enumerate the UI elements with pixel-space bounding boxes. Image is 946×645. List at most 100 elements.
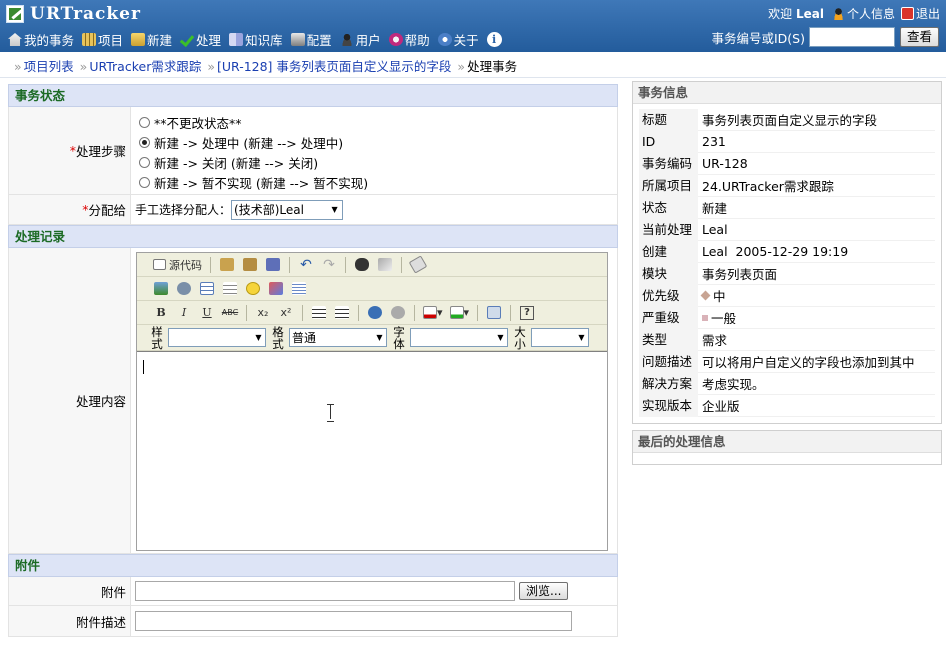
redo-icon[interactable]: ↷ [319, 256, 339, 274]
find-icon[interactable] [352, 256, 372, 274]
paste-text-icon[interactable] [240, 256, 260, 274]
step-option-no-change[interactable]: **不更改状态** [139, 112, 368, 132]
radio-button[interactable] [139, 116, 150, 128]
nav-my-issues[interactable]: 我的事务 [8, 30, 74, 49]
step-option-defer[interactable]: 新建 -> 暂不实现 (新建 --> 暂不实现) [139, 172, 368, 192]
step-option-processing[interactable]: 新建 -> 处理中 (新建 --> 处理中) [139, 132, 368, 152]
assign-label: * 分配给 [8, 195, 131, 224]
step-label: * 处理步骤 [8, 107, 131, 194]
attachment-desc-row: 附件描述 [8, 606, 618, 637]
info-row-status: 状态 新建 [639, 196, 935, 219]
attachment-file-input[interactable] [135, 581, 515, 601]
strikethrough-button[interactable]: ABC [220, 304, 240, 322]
superscript-button[interactable]: x² [276, 304, 296, 322]
source-button[interactable]: 源代码 [151, 256, 204, 274]
format-select[interactable]: 普通 ▼ [289, 328, 387, 347]
profile-link[interactable]: 个人信息 [831, 5, 895, 22]
flash-icon[interactable] [174, 280, 194, 298]
breadcrumb: » 项目列表 » URTracker需求跟踪 » [UR-128] 事务列表页面自定义… [14, 59, 518, 74]
info-icon: i [486, 32, 502, 47]
font-label: 字体 [393, 324, 405, 351]
step-option-close[interactable]: 新建 -> 关闭 (新建 --> 关闭) [139, 152, 368, 172]
nav-config[interactable]: 配置 [290, 30, 332, 49]
fullscreen-icon[interactable] [484, 304, 504, 322]
radio-button[interactable] [139, 176, 150, 188]
logout-icon [900, 7, 914, 20]
bold-button[interactable]: B [151, 304, 171, 322]
nav-process[interactable]: 处理 [180, 30, 221, 49]
nav-projects[interactable]: 项目 [82, 30, 123, 49]
issue-id-input[interactable] [808, 27, 895, 47]
section-attachment: 附件 [8, 554, 618, 577]
check-icon [180, 33, 194, 46]
table-icon[interactable] [197, 280, 217, 298]
breadcrumb-project-list[interactable]: 项目列表 [24, 59, 74, 74]
editor-content-area[interactable] [137, 351, 607, 546]
size-select[interactable]: ▼ [531, 328, 589, 347]
radio-button-selected[interactable] [139, 136, 150, 148]
issue-info-title: 事务信息 [633, 82, 941, 104]
text-color-icon[interactable]: ▾ [421, 304, 445, 322]
cut-paste-icon[interactable] [217, 256, 237, 274]
divider [0, 77, 946, 78]
user-icon [339, 33, 354, 46]
logout-link[interactable]: 退出 [900, 5, 940, 22]
italic-button[interactable]: I [174, 304, 194, 322]
image-icon[interactable] [151, 280, 171, 298]
ibeam-cursor-icon [327, 404, 334, 422]
chevron-down-icon: ▼ [497, 333, 504, 342]
nav-knowledge[interactable]: 知识库 [229, 30, 283, 49]
nav-about[interactable]: 关于 [437, 30, 479, 49]
link-icon[interactable] [365, 304, 385, 322]
nav-new[interactable]: 新建 [131, 30, 172, 49]
replace-icon[interactable] [375, 256, 395, 274]
unlink-icon[interactable] [388, 304, 408, 322]
breadcrumb-current: 处理事务 [467, 59, 518, 74]
breadcrumb-project[interactable]: URTracker需求跟踪 [89, 59, 201, 74]
breadcrumb-issue[interactable]: [UR-128] 事务列表页面自定义显示的字段 [217, 59, 451, 74]
unordered-list-icon[interactable] [332, 304, 352, 322]
nav-help[interactable]: 帮助 [388, 30, 430, 49]
nav-info[interactable]: i [486, 32, 502, 47]
view-issue-button[interactable]: 查看 [899, 27, 939, 47]
chevron-down-icon: ▼ [578, 333, 585, 342]
subscript-button[interactable]: x₂ [253, 304, 273, 322]
info-row-title: 标题 事务列表页面自定义显示的字段 [639, 108, 935, 131]
search-label: 事务编号或ID(S) [711, 30, 805, 46]
new-icon [131, 33, 146, 46]
assignee-select[interactable]: (技术部)Leal ▼ [231, 199, 344, 220]
attachment-desc-input[interactable] [135, 611, 572, 631]
underline-button[interactable]: U [197, 304, 217, 322]
assign-row: * 分配给 手工选择分配人： (技术部)Leal ▼ [8, 195, 618, 225]
format-label: 格式 [272, 324, 284, 351]
logo-text: URTracker [30, 4, 141, 24]
ordered-list-icon[interactable] [309, 304, 329, 322]
issue-search: 事务编号或ID(S) 查看 [711, 27, 939, 47]
urtracker-logo[interactable]: URTracker [6, 4, 141, 24]
paste-word-icon[interactable] [263, 256, 283, 274]
undo-icon[interactable]: ↶ [296, 256, 316, 274]
rich-text-editor: 源代码 ↶ ↷ B I U ABC x₂ x² ▾ ▾ ? 样式 ▼ 格式 普通… [136, 252, 608, 551]
smiley-icon[interactable] [243, 280, 263, 298]
attachment-label: 附件 [8, 577, 131, 605]
style-label: 样式 [151, 324, 163, 351]
font-select[interactable]: ▼ [410, 328, 508, 347]
chevron-down-icon: ▼ [255, 333, 262, 342]
severity-icon [702, 314, 708, 321]
nav-users[interactable]: 用户 [339, 30, 381, 49]
radio-button[interactable] [139, 156, 150, 168]
eraser-icon[interactable] [408, 255, 428, 274]
info-row-handler: 当前处理 Leal [639, 218, 935, 241]
horizontal-rule-icon[interactable] [220, 280, 240, 298]
browse-button[interactable]: 浏览... [519, 582, 569, 600]
style-select[interactable]: ▼ [168, 328, 266, 347]
info-row-created: 创建 Leal 2005-12-29 19:19 [639, 240, 935, 263]
chevron-down-icon: ▼ [376, 333, 383, 342]
page-break-icon[interactable] [289, 280, 309, 298]
info-row-version: 实现版本 企业版 [639, 394, 935, 417]
special-char-icon[interactable] [266, 280, 286, 298]
chevron-down-icon: ▼ [331, 205, 338, 214]
bg-color-icon[interactable]: ▾ [448, 304, 472, 322]
help-button[interactable]: ? [517, 304, 537, 322]
attachment-row: 附件 浏览... [8, 577, 618, 606]
